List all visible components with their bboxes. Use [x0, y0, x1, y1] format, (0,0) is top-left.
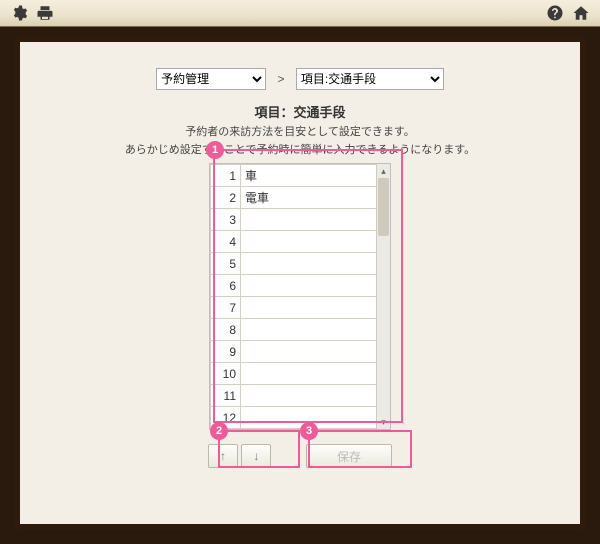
row-value[interactable] [241, 363, 377, 385]
row-number: 3 [211, 209, 241, 231]
table-row[interactable]: 7 [211, 297, 377, 319]
row-number: 10 [211, 363, 241, 385]
row-number: 2 [211, 187, 241, 209]
table-row[interactable]: 8 [211, 319, 377, 341]
scroll-thumb[interactable] [378, 178, 389, 236]
table-row[interactable]: 12 [211, 407, 377, 429]
row-number: 1 [211, 165, 241, 187]
main-frame: 予約管理 > 項目:交通手段 項目：交通手段 予約者の来訪方法を目安として設定で… [14, 36, 586, 530]
row-number: 9 [211, 341, 241, 363]
move-up-button[interactable]: ↑ [208, 444, 238, 468]
row-number: 8 [211, 319, 241, 341]
home-icon[interactable] [571, 3, 591, 23]
row-value[interactable] [241, 429, 377, 430]
row-value[interactable] [241, 275, 377, 297]
breadcrumb-selects: 予約管理 > 項目:交通手段 [50, 68, 550, 90]
title-bar [0, 0, 600, 27]
table-row[interactable]: 6 [211, 275, 377, 297]
table-row[interactable]: 1車 [211, 165, 377, 187]
item-list: 1車2電車345678910111213 ▴ ▾ [209, 163, 391, 430]
row-number: 13 [211, 429, 241, 430]
item-table[interactable]: 1車2電車345678910111213 [210, 164, 377, 429]
table-row[interactable]: 10 [211, 363, 377, 385]
breadcrumb-separator: > [277, 72, 284, 86]
row-value[interactable]: 車 [241, 165, 377, 187]
save-button[interactable]: 保存 [306, 444, 392, 468]
scrollbar[interactable]: ▴ ▾ [376, 164, 390, 429]
row-value[interactable] [241, 253, 377, 275]
row-value[interactable] [241, 407, 377, 429]
row-number: 5 [211, 253, 241, 275]
row-value[interactable] [241, 319, 377, 341]
row-value[interactable] [241, 297, 377, 319]
printer-icon[interactable] [35, 3, 55, 23]
gear-icon[interactable] [9, 3, 29, 23]
scroll-down-button[interactable]: ▾ [377, 415, 390, 429]
row-value[interactable] [241, 385, 377, 407]
help-icon[interactable] [545, 3, 565, 23]
description-line1: 予約者の来訪方法を目安として設定できます。 [50, 123, 550, 139]
table-row[interactable]: 3 [211, 209, 377, 231]
category-select[interactable]: 予約管理 [156, 68, 266, 90]
row-number: 11 [211, 385, 241, 407]
table-row[interactable]: 11 [211, 385, 377, 407]
row-number: 4 [211, 231, 241, 253]
table-row[interactable]: 9 [211, 341, 377, 363]
button-row: ↑ ↓ 保存 [180, 444, 420, 478]
page-title: 項目：交通手段 [50, 102, 550, 121]
row-value[interactable] [241, 341, 377, 363]
move-down-button[interactable]: ↓ [241, 444, 271, 468]
row-value[interactable] [241, 209, 377, 231]
description-line2: あらかじめ設定することで予約時に簡単に入力できるようになります。 [50, 141, 550, 157]
table-row[interactable]: 5 [211, 253, 377, 275]
row-number: 12 [211, 407, 241, 429]
row-value[interactable]: 電車 [241, 187, 377, 209]
table-row[interactable]: 4 [211, 231, 377, 253]
table-row[interactable]: 2電車 [211, 187, 377, 209]
row-number: 7 [211, 297, 241, 319]
table-row[interactable]: 13 [211, 429, 377, 430]
row-value[interactable] [241, 231, 377, 253]
scroll-up-button[interactable]: ▴ [377, 164, 390, 178]
item-select[interactable]: 項目:交通手段 [296, 68, 444, 90]
row-number: 6 [211, 275, 241, 297]
